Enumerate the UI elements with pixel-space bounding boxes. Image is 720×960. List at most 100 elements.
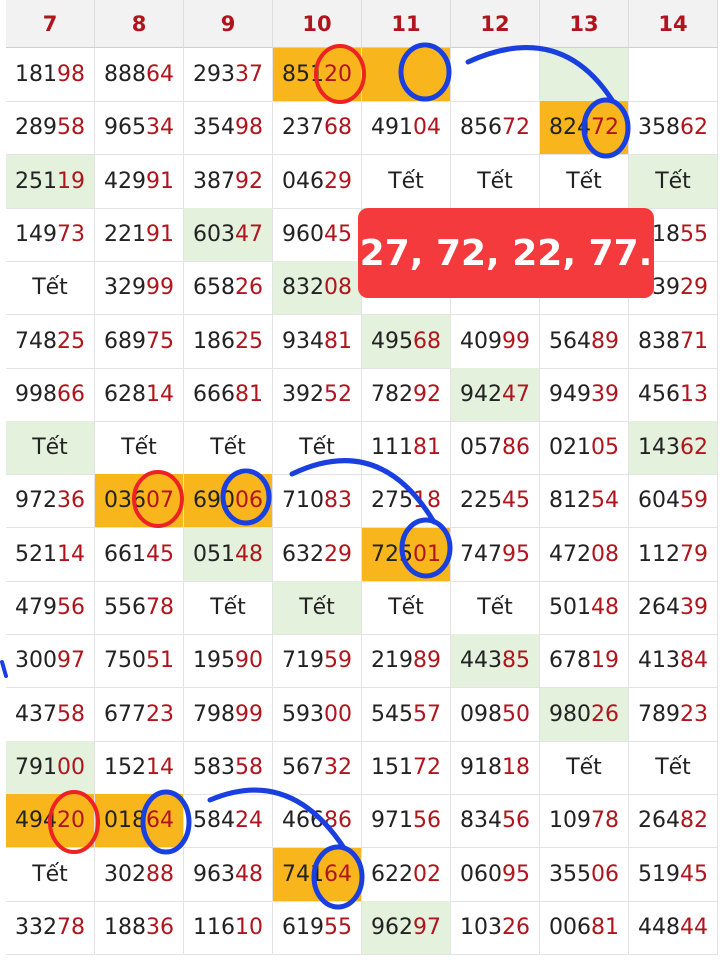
column-header: 11 (362, 0, 451, 48)
result-cell: Tết (273, 421, 362, 476)
result-cell: 824 72 (540, 101, 629, 156)
number-last-two: 52 (324, 381, 352, 407)
number-prefix: 466 (282, 808, 324, 834)
result-cell: 965 34 (95, 101, 184, 156)
result-cell (451, 48, 540, 102)
number-prefix: 798 (193, 701, 235, 727)
number-prefix: 832 (282, 275, 324, 301)
number-prefix: 584 (193, 808, 235, 834)
number-last-two: 01 (413, 541, 441, 567)
number-prefix: 046 (282, 168, 324, 194)
number-prefix: 942 (460, 381, 502, 407)
number-prefix: 251 (15, 168, 57, 194)
number-prefix: 632 (282, 541, 324, 567)
number-last-two: 29 (680, 275, 708, 301)
result-cell: 545 57 (362, 687, 451, 742)
number-prefix: 149 (15, 221, 57, 247)
result-cell: 918 18 (451, 740, 540, 795)
number-last-two: 08 (591, 541, 619, 567)
number-last-two: 56 (413, 808, 441, 834)
column-header: 10 (273, 0, 362, 48)
number-last-two: 71 (680, 328, 708, 354)
number-prefix: 495 (371, 328, 413, 354)
number-last-two: 57 (413, 701, 441, 727)
result-cell: 710 83 (273, 474, 362, 529)
result-cell: 832 08 (273, 261, 362, 316)
number-last-two: 68 (413, 328, 441, 354)
number-last-two: 45 (324, 221, 352, 247)
number-prefix: 677 (104, 701, 146, 727)
number-last-two: 56 (57, 595, 85, 620)
number-last-two: 37 (235, 62, 263, 87)
result-cell: 603 47 (184, 207, 273, 262)
number-last-two: 08 (324, 275, 352, 301)
number-prefix: 789 (638, 701, 680, 727)
result-cell: 658 26 (184, 261, 273, 316)
number-prefix: 556 (104, 595, 146, 620)
number-prefix: 851 (282, 62, 324, 87)
number-last-two: 00 (57, 754, 85, 780)
number-prefix: 051 (193, 541, 235, 567)
number-last-two: 54 (591, 488, 619, 514)
result-cell: 567 32 (273, 740, 362, 795)
number-prefix: 962 (371, 914, 413, 940)
result-cell: 942 47 (451, 367, 540, 422)
number-last-two: 48 (591, 595, 619, 620)
result-cell: 834 56 (451, 794, 540, 849)
number-last-two: 32 (324, 754, 352, 780)
number-prefix: 456 (638, 381, 680, 407)
number-prefix: 658 (193, 275, 235, 301)
number-prefix: 329 (104, 275, 146, 301)
number-prefix: 719 (282, 648, 324, 674)
result-cell: 495 68 (362, 314, 451, 369)
result-cell: 962 97 (362, 900, 451, 955)
result-cell: 472 08 (540, 527, 629, 582)
result-cell: 300 97 (6, 634, 95, 689)
number-last-two: 26 (502, 914, 530, 940)
number-prefix: 750 (104, 648, 146, 674)
number-prefix: 225 (460, 488, 502, 514)
number-last-two: 64 (146, 62, 174, 87)
number-last-two: 36 (57, 488, 85, 514)
number-last-two: 81 (413, 435, 441, 461)
column-header: 12 (451, 0, 540, 48)
result-cell: Tết (362, 154, 451, 209)
number-last-two: 05 (591, 435, 619, 461)
number-last-two: 29 (324, 168, 352, 194)
result-cell: 747 95 (451, 527, 540, 582)
number-last-two: 85 (502, 648, 530, 674)
number-prefix: 838 (638, 328, 680, 354)
number-last-two: 95 (502, 861, 530, 887)
number-prefix: 604 (638, 488, 680, 514)
result-cell: 856 72 (451, 101, 540, 156)
number-prefix: 195 (193, 648, 235, 674)
number-prefix: 965 (104, 115, 146, 141)
number-last-two: 89 (591, 328, 619, 354)
result-cell: 798 99 (184, 687, 273, 742)
result-cell: 358 62 (629, 101, 718, 156)
result-cell: 719 59 (273, 634, 362, 689)
number-prefix: 567 (282, 754, 324, 780)
number-prefix: 111 (371, 435, 413, 461)
number-prefix: 491 (371, 115, 413, 141)
number-last-two: 95 (502, 541, 530, 567)
number-last-two: 23 (146, 701, 174, 727)
result-cell: 098 50 (451, 687, 540, 742)
number-prefix: 060 (460, 861, 502, 887)
number-prefix: 603 (193, 221, 235, 247)
result-cell: 677 23 (95, 687, 184, 742)
result-cell: 888 64 (95, 48, 184, 102)
result-cell (629, 48, 718, 102)
result-cell: 060 95 (451, 847, 540, 902)
result-cell: 332 78 (6, 900, 95, 955)
result-cell: 116 10 (184, 900, 273, 955)
result-cell: 564 89 (540, 314, 629, 369)
number-prefix: 545 (371, 701, 413, 727)
number-prefix: 264 (638, 595, 680, 620)
result-cell: 466 86 (273, 794, 362, 849)
number-last-two: 45 (146, 541, 174, 567)
column-header: 8 (95, 0, 184, 48)
number-last-two: 47 (502, 381, 530, 407)
number-prefix: 960 (282, 221, 324, 247)
number-prefix: 289 (15, 115, 57, 141)
